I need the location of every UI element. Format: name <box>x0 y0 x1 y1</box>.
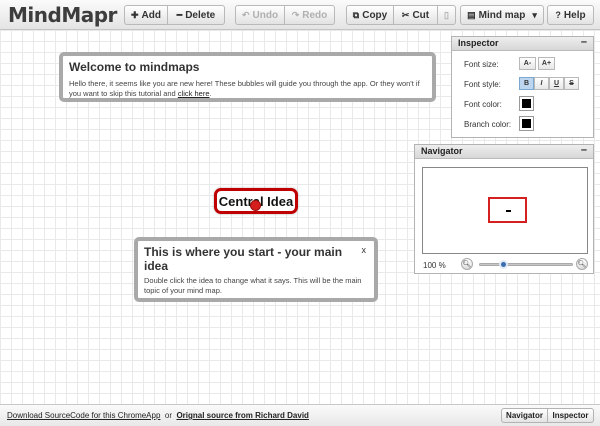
tip-title: This is where you start - your main idea <box>144 245 343 273</box>
zoom-in-icon[interactable]: 🔍︎ <box>576 258 588 270</box>
font-size-decrease-button[interactable]: A- <box>519 57 536 70</box>
inspector-header: Inspector – <box>452 36 593 51</box>
help-label: Help <box>563 9 586 21</box>
status-links: Download SourceCode for this ChromeApp o… <box>7 411 309 420</box>
redo-label: Redo <box>302 9 328 21</box>
or-text: or <box>164 411 172 420</box>
minimize-icon[interactable]: – <box>581 36 587 48</box>
font-size-label: Font size: <box>464 60 499 69</box>
node-drag-handle[interactable] <box>250 200 261 211</box>
copy-button[interactable]: ⧉ Copy <box>346 5 394 25</box>
close-icon[interactable]: x <box>362 245 367 255</box>
redo-icon: ↷ <box>291 9 300 20</box>
add-button[interactable]: ✚ Add <box>124 5 168 25</box>
chevron-down-icon: ▾ <box>532 9 537 20</box>
minus-icon: ━ <box>176 9 183 20</box>
clipboard-icon: ▯ <box>444 9 449 20</box>
mode-dropdown[interactable]: ▤ Mind map ▾ <box>460 5 544 25</box>
mode-label: Mind map <box>478 9 526 21</box>
tip-text: Double click the idea to change what it … <box>144 276 362 295</box>
font-color-label: Font color: <box>464 100 502 109</box>
scissors-icon: ✂ <box>401 9 410 20</box>
zoom-level: 100 % <box>423 261 446 270</box>
navigator-title: Navigator <box>421 146 463 156</box>
add-label: Add <box>141 9 161 21</box>
minimize-icon[interactable]: – <box>581 144 587 156</box>
original-source-link[interactable]: Orignal source from Richard David <box>176 411 308 420</box>
help-icon: ? <box>555 10 561 20</box>
toolbar: MindMapr ✚ Add ━ Delete ↶ Undo ↷ Redo ⧉ … <box>0 0 600 30</box>
font-size-increase-button[interactable]: A+ <box>538 57 555 70</box>
navigator-panel: Navigator – 100 % 🔍︎ 🔍︎ <box>414 144 594 274</box>
zoom-slider-thumb[interactable] <box>499 260 508 269</box>
underline-button[interactable]: U <box>549 77 564 90</box>
viewport-rectangle[interactable] <box>488 197 527 223</box>
delete-button[interactable]: ━ Delete <box>168 5 225 25</box>
undo-button[interactable]: ↶ Undo <box>235 5 285 25</box>
branch-color-swatch[interactable] <box>519 116 534 131</box>
copy-icon: ⧉ <box>352 9 360 20</box>
zoom-out-icon[interactable]: 🔍︎ <box>461 258 473 270</box>
font-color-swatch[interactable] <box>519 96 534 111</box>
navigator-preview[interactable] <box>422 167 588 254</box>
status-bar: Download SourceCode for this ChromeApp o… <box>0 404 600 426</box>
inspector-toggle-button[interactable]: Inspector <box>548 408 594 423</box>
branch-color-label: Branch color: <box>464 120 512 129</box>
welcome-title: Welcome to mindmaps <box>69 60 200 74</box>
paste-button[interactable]: ▯ <box>438 5 456 25</box>
document-icon: ▤ <box>467 9 476 20</box>
cut-label: Cut <box>412 9 430 21</box>
plus-icon: ✚ <box>131 9 139 20</box>
app-logo: MindMapr <box>8 3 117 27</box>
redo-button[interactable]: ↷ Redo <box>285 5 335 25</box>
tip-bubble: x This is where you start - your main id… <box>134 237 378 302</box>
cut-button[interactable]: ✂ Cut <box>394 5 438 25</box>
help-button[interactable]: ? Help <box>547 5 594 25</box>
inspector-title: Inspector <box>458 38 499 48</box>
navigator-toggle-button[interactable]: Navigator <box>501 408 548 423</box>
node-preview <box>506 210 511 212</box>
navigator-header: Navigator – <box>415 144 593 159</box>
skip-tutorial-link[interactable]: click here <box>178 89 210 98</box>
undo-label: Undo <box>252 9 279 21</box>
welcome-bubble: Welcome to mindmaps Hello there, it seem… <box>59 52 436 102</box>
undo-icon: ↶ <box>241 9 250 20</box>
copy-label: Copy <box>362 9 388 21</box>
welcome-text: Hello there, it seems like you are new h… <box>69 79 420 98</box>
bold-button[interactable]: B <box>519 77 534 90</box>
zoom-slider[interactable] <box>479 260 573 269</box>
italic-button[interactable]: I <box>534 77 549 90</box>
font-style-label: Font style: <box>464 80 501 89</box>
download-source-link[interactable]: Download SourceCode for this ChromeApp <box>7 411 160 420</box>
inspector-panel: Inspector – Font size: A- A+ Font style:… <box>451 36 594 138</box>
strikethrough-button[interactable]: S <box>564 77 579 90</box>
delete-label: Delete <box>185 9 216 21</box>
